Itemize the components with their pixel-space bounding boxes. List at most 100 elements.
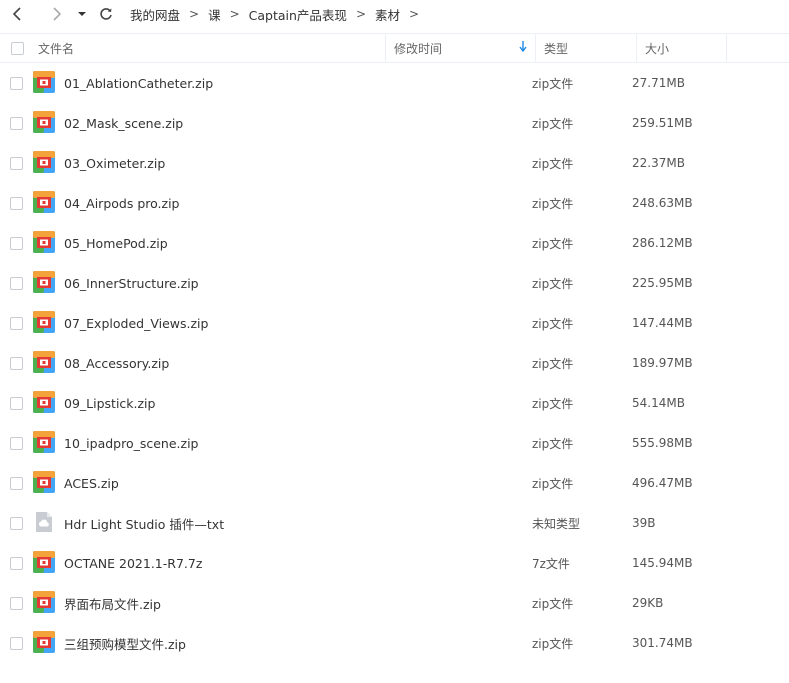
file-name[interactable]: ACES.zip (57, 476, 532, 491)
row-checkbox[interactable] (10, 316, 23, 330)
zip-icon (33, 431, 57, 455)
zip-icon (33, 551, 57, 575)
file-name[interactable]: 09_Lipstick.zip (57, 396, 532, 411)
file-name[interactable]: Hdr Light Studio 插件—txt (57, 514, 532, 533)
row-checkbox[interactable] (10, 196, 23, 210)
file-row[interactable]: ACES.zip zip文件 496.47MB (0, 463, 789, 503)
file-size: 259.51MB (632, 116, 693, 130)
row-checkbox[interactable] (10, 556, 23, 570)
file-size: 225.95MB (632, 276, 693, 290)
column-header-type-label: 类型 (544, 41, 569, 56)
forward-icon[interactable] (46, 4, 66, 24)
breadcrumb-item[interactable]: 课 (206, 5, 223, 24)
file-type: zip文件 (532, 236, 574, 251)
breadcrumb-separator: > (229, 7, 240, 21)
row-checkbox-cell (0, 556, 33, 570)
file-size: 27.71MB (632, 76, 685, 90)
column-header-size[interactable]: 大小 (637, 34, 727, 62)
history-dropdown-icon[interactable] (72, 4, 92, 24)
row-checkbox[interactable] (10, 596, 23, 610)
back-icon[interactable] (8, 4, 28, 24)
file-name[interactable]: OCTANE 2021.1-R7.7z (57, 556, 532, 571)
file-row[interactable]: 09_Lipstick.zip zip文件 54.14MB (0, 383, 789, 423)
row-checkbox-cell (0, 116, 33, 130)
file-name[interactable]: 10_ipadpro_scene.zip (57, 436, 532, 451)
row-checkbox-cell (0, 516, 33, 530)
row-checkbox[interactable] (10, 436, 23, 450)
zip-icon (33, 151, 57, 175)
file-type: zip文件 (532, 316, 574, 331)
file-name[interactable]: 界面布局文件.zip (57, 594, 532, 613)
file-type: 7z文件 (532, 556, 570, 571)
row-checkbox[interactable] (10, 396, 23, 410)
file-type: zip文件 (532, 356, 574, 371)
breadcrumb-item[interactable]: Captain产品表现 (247, 5, 349, 24)
file-row[interactable]: 06_InnerStructure.zip zip文件 225.95MB (0, 263, 789, 303)
column-header-name-label: 文件名 (38, 41, 75, 56)
select-all-cell (0, 34, 30, 62)
row-checkbox-cell (0, 76, 33, 90)
zip-icon (33, 591, 57, 615)
breadcrumb-item[interactable]: 我的网盘 (128, 5, 182, 24)
file-row[interactable]: OCTANE 2021.1-R7.7z 7z文件 145.94MB (0, 543, 789, 583)
row-checkbox[interactable] (10, 276, 23, 290)
file-type: zip文件 (532, 196, 574, 211)
file-name[interactable]: 02_Mask_scene.zip (57, 116, 532, 131)
breadcrumb-item[interactable]: 素材 (373, 5, 402, 24)
file-row[interactable]: 02_Mask_scene.zip zip文件 259.51MB (0, 103, 789, 143)
row-checkbox-cell (0, 596, 33, 610)
file-name[interactable]: 三组预购模型文件.zip (57, 634, 532, 653)
file-row[interactable]: 03_Oximeter.zip zip文件 22.37MB (0, 143, 789, 183)
file-name[interactable]: 06_InnerStructure.zip (57, 276, 532, 291)
select-all-checkbox[interactable] (10, 41, 24, 55)
row-checkbox[interactable] (10, 76, 23, 90)
file-type: zip文件 (532, 116, 574, 131)
breadcrumb-separator: > (355, 7, 366, 21)
file-row[interactable]: 04_Airpods pro.zip zip文件 248.63MB (0, 183, 789, 223)
file-type: zip文件 (532, 436, 574, 451)
unknown-file-icon (33, 511, 57, 535)
file-type: zip文件 (532, 76, 574, 91)
file-name[interactable]: 08_Accessory.zip (57, 356, 532, 371)
file-row[interactable]: 07_Exploded_Views.zip zip文件 147.44MB (0, 303, 789, 343)
zip-icon (33, 351, 57, 375)
row-checkbox-cell (0, 476, 33, 490)
file-row[interactable]: 三组预购模型文件.zip zip文件 301.74MB (0, 623, 789, 663)
file-type: 未知类型 (532, 516, 581, 531)
column-header-type[interactable]: 类型 (536, 34, 637, 62)
row-checkbox[interactable] (10, 236, 23, 250)
row-checkbox[interactable] (10, 156, 23, 170)
row-checkbox[interactable] (10, 356, 23, 370)
row-checkbox-cell (0, 636, 33, 650)
column-header-modified[interactable]: 修改时间 (386, 34, 536, 62)
file-row[interactable]: 01_AblationCatheter.zip zip文件 27.71MB (0, 63, 789, 103)
row-checkbox-cell (0, 396, 33, 410)
breadcrumb-separator: > (409, 7, 420, 21)
column-header-name[interactable]: 文件名 (30, 34, 386, 62)
breadcrumb: 我的网盘 > 课 > Captain产品表现 > 素材 > (128, 5, 426, 24)
row-checkbox[interactable] (10, 516, 23, 530)
row-checkbox[interactable] (10, 476, 23, 490)
row-checkbox[interactable] (10, 116, 23, 130)
refresh-icon[interactable] (96, 4, 116, 24)
file-size: 29KB (632, 596, 664, 610)
zip-icon (33, 391, 57, 415)
file-type: zip文件 (532, 636, 574, 651)
file-row[interactable]: 08_Accessory.zip zip文件 189.97MB (0, 343, 789, 383)
file-name[interactable]: 05_HomePod.zip (57, 236, 532, 251)
file-size: 301.74MB (632, 636, 693, 650)
row-checkbox[interactable] (10, 636, 23, 650)
column-header-modified-label: 修改时间 (394, 41, 443, 56)
file-name[interactable]: 01_AblationCatheter.zip (57, 76, 532, 91)
file-row[interactable]: 界面布局文件.zip zip文件 29KB (0, 583, 789, 623)
file-row[interactable]: 05_HomePod.zip zip文件 286.12MB (0, 223, 789, 263)
breadcrumb-separator: > (189, 7, 200, 21)
file-name[interactable]: 03_Oximeter.zip (57, 156, 532, 171)
file-name[interactable]: 07_Exploded_Views.zip (57, 316, 532, 331)
file-row[interactable]: Hdr Light Studio 插件—txt 未知类型 39B (0, 503, 789, 543)
column-header-size-label: 大小 (645, 41, 670, 56)
file-size: 555.98MB (632, 436, 693, 450)
file-row[interactable]: 10_ipadpro_scene.zip zip文件 555.98MB (0, 423, 789, 463)
file-name[interactable]: 04_Airpods pro.zip (57, 196, 532, 211)
navigation-bar: 我的网盘 > 课 > Captain产品表现 > 素材 > (0, 0, 789, 28)
